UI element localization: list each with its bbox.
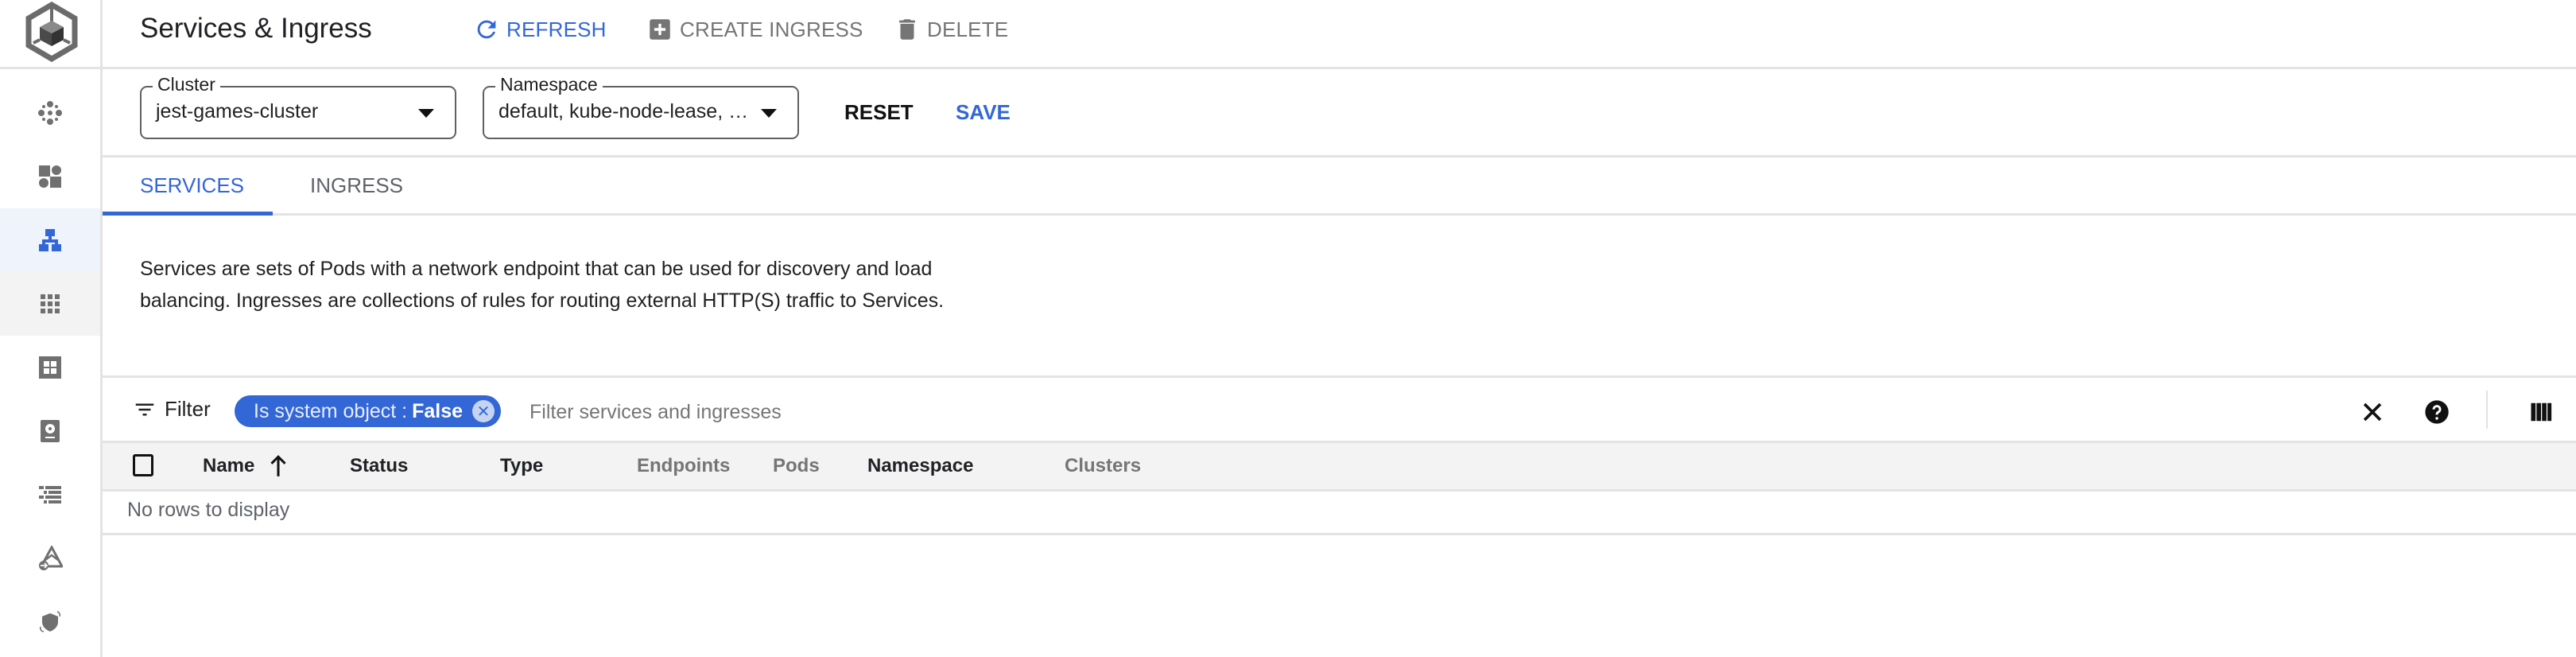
backup-shield-icon xyxy=(40,611,61,632)
column-header-name[interactable]: Name xyxy=(203,455,254,477)
namespace-select[interactable]: Namespace default, kube-node-lease, … xyxy=(483,74,799,139)
sidebar-item-applications[interactable] xyxy=(0,272,100,336)
config-grid-icon xyxy=(39,356,61,379)
namespace-select-label: Namespace xyxy=(495,74,603,95)
create-ingress-button[interactable]: CREATE INGRESS xyxy=(646,16,863,43)
toolbar-divider xyxy=(2486,391,2488,429)
tab-services[interactable]: SERVICES xyxy=(140,173,244,198)
filter-chip-value: False xyxy=(412,399,464,422)
sidebar xyxy=(0,0,103,657)
sidebar-item-workloads[interactable] xyxy=(0,145,100,208)
save-button[interactable]: SAVE xyxy=(956,100,1011,125)
sidebar-item-backup[interactable] xyxy=(0,590,100,654)
clear-filter-button[interactable] xyxy=(2359,398,2386,426)
apps-grid-icon xyxy=(41,294,60,313)
add-box-icon xyxy=(650,19,670,40)
column-header-type[interactable]: Type xyxy=(500,455,543,477)
page-description: Services are sets of Pods with a network… xyxy=(140,258,945,312)
filter-chip-key: Is system object : xyxy=(254,399,408,422)
select-all-checkbox[interactable] xyxy=(133,454,153,476)
cluster-select[interactable]: Cluster jest-games-cluster xyxy=(140,74,456,139)
close-icon xyxy=(2363,402,2382,422)
refresh-label: REFRESH xyxy=(506,17,607,41)
page-title: Services & Ingress xyxy=(140,13,372,44)
sidebar-item-clusters[interactable] xyxy=(0,81,100,145)
column-header-endpoints: Endpoints xyxy=(637,455,731,476)
filter-list-icon xyxy=(135,403,154,415)
column-header-status[interactable]: Status xyxy=(350,455,408,477)
list-tree-icon xyxy=(39,486,61,503)
cluster-select-value: jest-games-cluster xyxy=(156,100,319,122)
chevron-down-icon xyxy=(418,109,434,118)
cluster-dots-icon xyxy=(38,101,62,125)
sidebar-item-migrate[interactable] xyxy=(0,527,100,590)
sidebar-divider xyxy=(0,67,100,69)
table-row-divider xyxy=(103,533,2576,535)
delete-button[interactable]: DELETE xyxy=(894,16,1008,43)
help-button[interactable] xyxy=(2423,398,2450,426)
workloads-icon xyxy=(39,165,61,188)
filter-input[interactable] xyxy=(528,395,1485,429)
refresh-icon xyxy=(477,20,496,39)
create-ingress-label: CREATE INGRESS xyxy=(680,17,863,41)
help-icon xyxy=(2425,400,2449,424)
active-tab-indicator xyxy=(103,212,273,216)
column-display-button[interactable] xyxy=(2528,398,2555,426)
chevron-down-icon xyxy=(761,109,777,118)
sidebar-item-object-browser[interactable] xyxy=(0,463,100,527)
namespace-select-value: default, kube-node-lease, … xyxy=(499,100,749,122)
filter-bar: Filter Is system object : False ✕ xyxy=(103,375,2576,443)
refresh-button[interactable]: REFRESH xyxy=(473,16,607,43)
cluster-select-label: Cluster xyxy=(153,74,220,95)
column-header-namespace[interactable]: Namespace xyxy=(867,455,973,477)
filter-chip-system-object[interactable]: Is system object : False ✕ xyxy=(235,395,502,427)
filter-button[interactable]: Filter xyxy=(133,397,211,422)
trash-icon xyxy=(899,19,915,40)
app-logo-icon[interactable] xyxy=(24,1,80,63)
tab-bar: SERVICES INGRESS xyxy=(103,157,2576,216)
sidebar-item-config[interactable] xyxy=(0,336,100,399)
table-header: Name Status Type Endpoints Pods Namespac… xyxy=(103,441,2576,492)
sort-ascending-icon[interactable] xyxy=(268,454,289,478)
reset-button[interactable]: RESET xyxy=(844,100,914,125)
column-header-clusters: Clusters xyxy=(1065,455,1142,476)
remove-chip-icon[interactable]: ✕ xyxy=(472,400,495,422)
columns-icon xyxy=(2531,402,2552,422)
storage-disk-icon xyxy=(41,420,60,442)
column-header-pods: Pods xyxy=(773,455,820,476)
page-header: Services & Ingress REFRESH CREATE INGRES… xyxy=(103,0,2576,69)
sidebar-item-storage[interactable] xyxy=(0,399,100,463)
tab-ingress[interactable]: INGRESS xyxy=(310,173,403,198)
migrate-icon xyxy=(39,546,63,570)
delete-label: DELETE xyxy=(927,17,1009,41)
empty-table-message: No rows to display xyxy=(127,499,290,521)
scope-selectors: Cluster jest-games-cluster Namespace def… xyxy=(103,69,2576,157)
sidebar-item-services-ingress[interactable] xyxy=(0,208,100,272)
network-tree-icon xyxy=(39,229,61,251)
filter-label: Filter xyxy=(165,397,211,421)
